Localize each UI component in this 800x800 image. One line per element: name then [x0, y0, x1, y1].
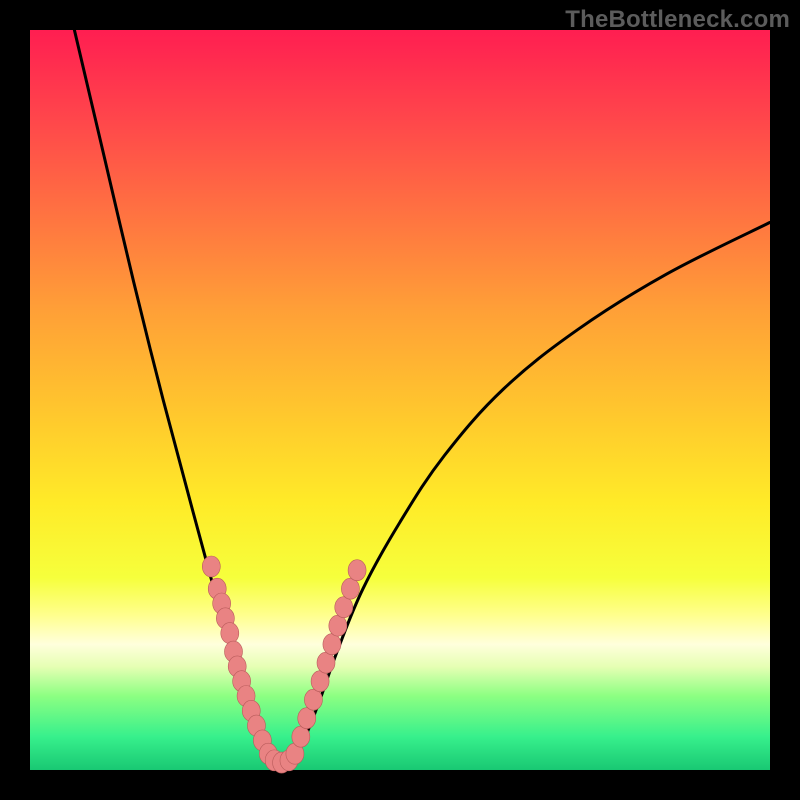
marker-dot	[341, 578, 359, 599]
marker-dot	[292, 726, 310, 747]
marker-dot	[348, 560, 366, 581]
chart-svg	[30, 30, 770, 770]
marker-dot	[323, 634, 341, 655]
marker-dot	[304, 689, 322, 710]
plot-area	[30, 30, 770, 770]
marker-dots	[202, 556, 366, 773]
marker-dot	[202, 556, 220, 577]
marker-dot	[221, 623, 239, 644]
curve-segment	[293, 222, 770, 762]
marker-dot	[298, 708, 316, 729]
marker-dot	[317, 652, 335, 673]
marker-dot	[329, 615, 347, 636]
marker-dot	[335, 597, 353, 618]
chart-frame: TheBottleneck.com	[0, 0, 800, 800]
curve-lines	[74, 30, 770, 763]
marker-dot	[311, 671, 329, 692]
